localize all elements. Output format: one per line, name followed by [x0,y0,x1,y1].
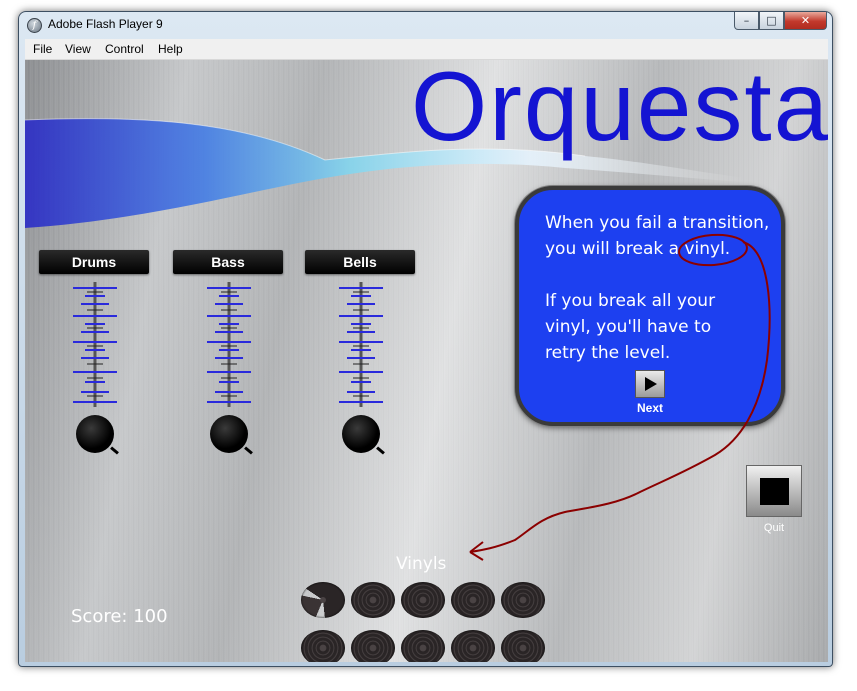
next-button[interactable] [635,370,665,398]
vinyl [451,582,495,618]
window-title: Adobe Flash Player 9 [48,17,163,31]
flash-player-window: f Adobe Flash Player 9 – □ ✕ File View C… [18,11,833,667]
broken-vinyl [301,582,345,618]
game-stage[interactable]: Orquesta Drums Bass Bells When you fail … [25,60,828,662]
menu-help[interactable]: Help [158,42,183,56]
tutorial-line-5: retry the level. [545,343,671,363]
tutorial-bubble: When you fail a transition, you will bre… [515,186,785,426]
bells-label: Bells [305,250,415,274]
vinyl [401,630,445,662]
bells-fader[interactable] [331,282,391,407]
menu-bar: File View Control Help [25,39,828,60]
drums-fader[interactable] [65,282,125,407]
bass-fader[interactable] [199,282,259,407]
bass-knob[interactable] [210,415,248,453]
maximize-button[interactable]: □ [759,12,784,30]
vinyl [451,630,495,662]
menu-file[interactable]: File [33,42,52,56]
vinyls-label: Vinyls [396,554,447,574]
bass-label: Bass [173,250,283,274]
vinyl [351,630,395,662]
vinyl [301,630,345,662]
window-controls: – □ ✕ [734,12,827,31]
vinyl [401,582,445,618]
quit-button[interactable] [746,465,802,517]
vinyl [351,582,395,618]
vinyl [501,582,545,618]
game-title: Orquesta [411,60,828,161]
tutorial-line-4: vinyl, you'll have to [545,317,712,337]
close-button[interactable]: ✕ [784,12,827,30]
vinyl [501,630,545,662]
menu-control[interactable]: Control [105,42,144,56]
drums-knob[interactable] [76,415,114,453]
drums-label: Drums [39,250,149,274]
score-display: Score: 100 [71,606,168,627]
tutorial-line-3: If you break all your [545,291,716,311]
next-label: Next [636,401,663,415]
bells-knob[interactable] [342,415,380,453]
tutorial-line-1: When you fail a transition, [545,213,770,233]
tutorial-line-2: you will break a vinyl. [545,239,731,259]
flash-icon: f [27,18,42,33]
quit-label: Quit [763,522,785,534]
title-bar[interactable]: f Adobe Flash Player 9 – □ ✕ [19,12,832,38]
menu-view[interactable]: View [65,42,91,56]
minimize-button[interactable]: – [734,12,759,30]
